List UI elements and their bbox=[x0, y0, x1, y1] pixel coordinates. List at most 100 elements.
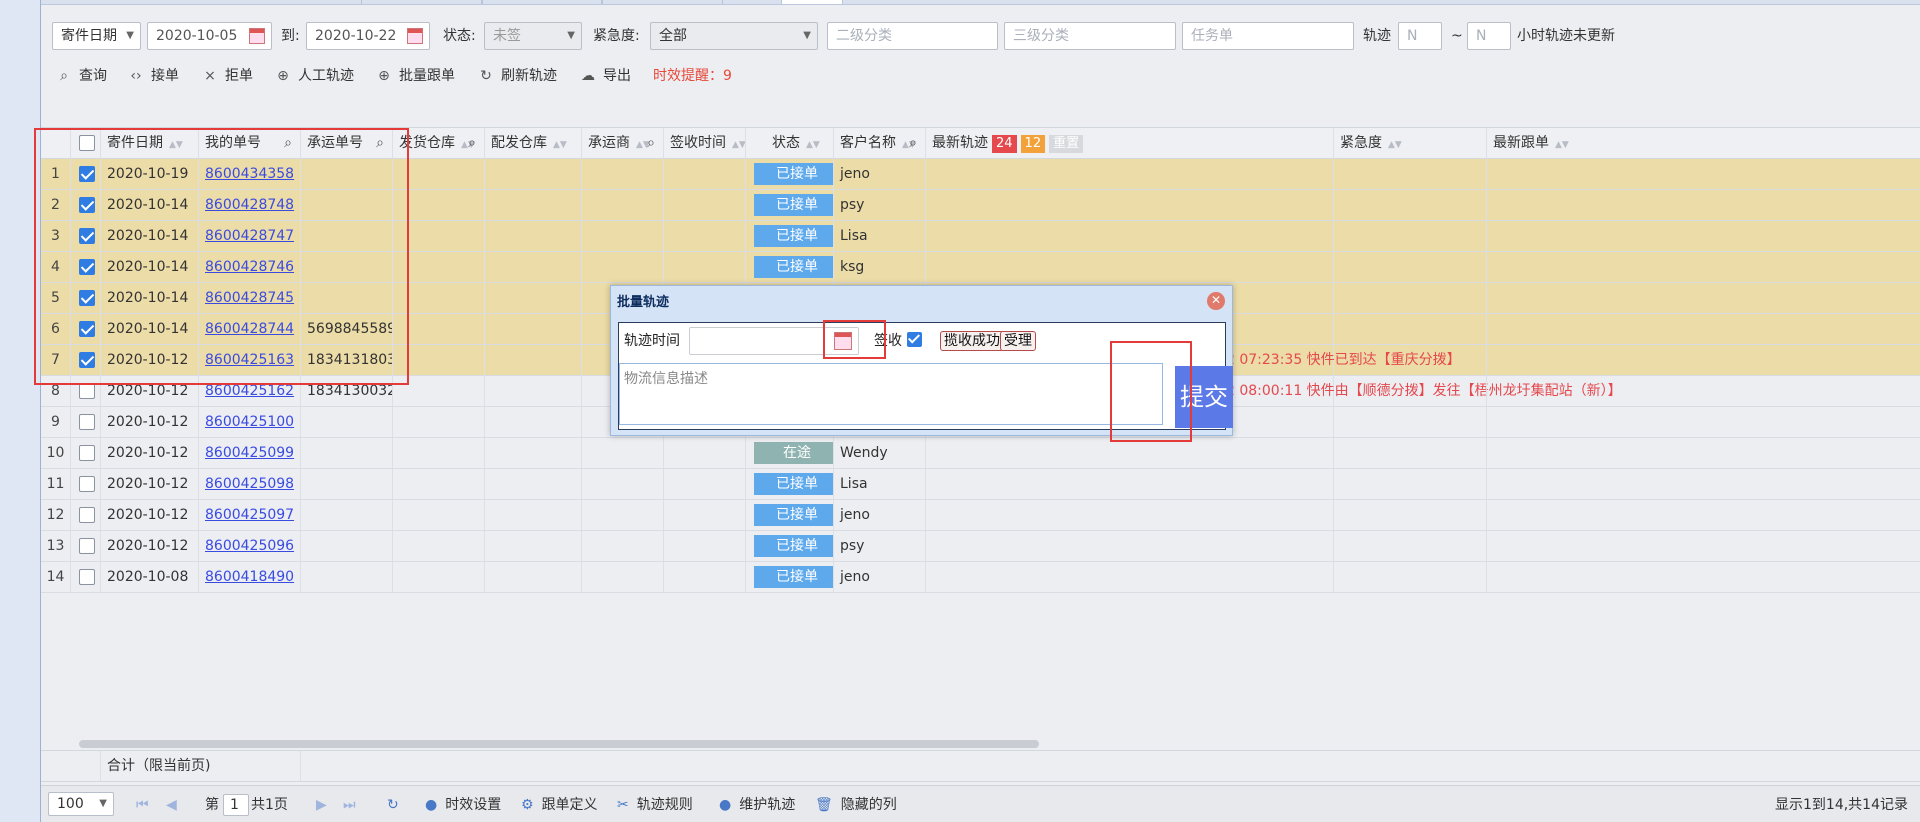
urgency-select[interactable]: 全部 ▼ bbox=[650, 22, 818, 50]
top-tab[interactable] bbox=[361, 0, 483, 4]
sort-icon[interactable]: ▲▼ bbox=[1555, 140, 1569, 150]
row-checkbox[interactable] bbox=[79, 476, 95, 492]
manual-track-button[interactable]: ⊕ 人工轨迹 bbox=[276, 64, 354, 88]
header-latest-follow[interactable]: 最新跟单 ▲▼ bbox=[1487, 128, 1920, 158]
track-time-label: 轨迹时间 bbox=[624, 333, 680, 349]
horizontal-scrollbar[interactable] bbox=[79, 740, 1039, 748]
cell-customer: jeno bbox=[834, 500, 926, 530]
task-input[interactable]: 任务单 bbox=[1182, 22, 1354, 50]
header-carrier[interactable]: 承运商 ▲▼ ⌕ bbox=[582, 128, 664, 158]
header-latest-track[interactable]: 最新轨迹 24 12 重置 bbox=[926, 128, 1334, 158]
order-number-link[interactable]: 8600425162 bbox=[205, 383, 294, 399]
cell-send-date: 2020-10-12 bbox=[101, 469, 199, 499]
header-dist-warehouse[interactable]: 配发仓库 ▲▼ bbox=[485, 128, 582, 158]
hours-to-input[interactable]: N bbox=[1467, 22, 1511, 50]
last-page-icon[interactable]: ⏭ bbox=[343, 794, 356, 816]
row-select-cell[interactable] bbox=[71, 438, 101, 468]
status-badge: 已接单 bbox=[754, 256, 833, 278]
hours-from-input[interactable]: N bbox=[1398, 22, 1442, 50]
cell-dist-warehouse bbox=[485, 531, 582, 561]
next-page-icon[interactable]: ▶ bbox=[316, 794, 327, 816]
row-select-cell[interactable] bbox=[71, 562, 101, 592]
row-select-cell[interactable] bbox=[71, 531, 101, 561]
timeliness-settings-button[interactable]: ● 时效设置 bbox=[425, 794, 501, 816]
query-button[interactable]: ⌕ 查询 bbox=[57, 64, 107, 88]
follow-definition-button[interactable]: ⚙ 跟单定义 bbox=[521, 794, 598, 816]
maintain-track-button[interactable]: ● 维护轨迹 bbox=[719, 794, 795, 816]
order-number-link[interactable]: 8600425099 bbox=[205, 445, 294, 461]
row-checkbox[interactable] bbox=[79, 569, 95, 585]
order-number-link[interactable]: 8600425098 bbox=[205, 476, 294, 492]
table-row[interactable]: 11 2020-10-12 8600425098 已接单 Lisa bbox=[41, 469, 1920, 500]
refresh-track-button[interactable]: ↻ 刷新轨迹 bbox=[479, 64, 557, 88]
cell-dist-warehouse bbox=[485, 159, 582, 189]
first-page-icon[interactable]: ⏮ bbox=[136, 794, 149, 816]
count-badge-red[interactable]: 24 bbox=[992, 135, 1017, 153]
header-customer[interactable]: 客户名称 ▲▼ ⌕ bbox=[834, 128, 926, 158]
calendar-icon[interactable] bbox=[407, 28, 423, 44]
category2-input[interactable]: 二级分类 bbox=[827, 22, 998, 50]
cell-status: 已接单 bbox=[746, 562, 834, 592]
sort-icon[interactable]: ▲▼ bbox=[806, 140, 820, 150]
row-checkbox[interactable] bbox=[79, 445, 95, 461]
timeliness-alert[interactable]: 时效提醒：9 bbox=[653, 64, 732, 88]
order-number-link[interactable]: 8600425097 bbox=[205, 507, 294, 523]
top-tab[interactable] bbox=[481, 0, 603, 4]
hidden-columns-button[interactable]: 🗑 隐藏的列 bbox=[815, 794, 897, 816]
checkbox-checked-icon[interactable] bbox=[907, 332, 922, 347]
export-button[interactable]: ☁ 导出 bbox=[581, 64, 631, 88]
table-row[interactable]: 12 2020-10-12 8600425097 已接单 jeno bbox=[41, 500, 1920, 531]
order-number-link[interactable]: 8600425100 bbox=[205, 414, 294, 430]
top-tab-active[interactable] bbox=[781, 0, 843, 4]
search-icon[interactable]: ⌕ bbox=[468, 128, 476, 158]
search-icon[interactable]: ⌕ bbox=[909, 128, 917, 158]
row-checkbox[interactable] bbox=[79, 383, 95, 399]
top-tab[interactable] bbox=[601, 0, 723, 4]
row-checkbox[interactable] bbox=[79, 538, 95, 554]
accept-quick-button[interactable]: 受理 bbox=[1000, 331, 1036, 351]
sort-icon[interactable]: ▲▼ bbox=[553, 140, 567, 150]
cell-dist-warehouse bbox=[485, 407, 582, 437]
row-number: 10 bbox=[41, 438, 71, 468]
sort-icon[interactable]: ▲▼ bbox=[732, 140, 745, 150]
prev-page-icon[interactable]: ◀ bbox=[166, 794, 177, 816]
cell-urgency bbox=[1334, 345, 1487, 375]
table-row[interactable]: 14 2020-10-08 8600418490 已接单 jeno bbox=[41, 562, 1920, 593]
count-badge-orange[interactable]: 12 bbox=[1020, 135, 1046, 153]
order-number-link[interactable]: 8600425096 bbox=[205, 538, 294, 554]
calendar-icon[interactable] bbox=[249, 28, 265, 44]
reset-badge[interactable]: 重置 bbox=[1049, 135, 1084, 153]
page-number-input[interactable]: 1 bbox=[223, 794, 249, 816]
date-to-input[interactable]: 2020-10-22 bbox=[306, 22, 430, 50]
cell-sign-time bbox=[664, 438, 746, 468]
search-icon[interactable]: ⌕ bbox=[647, 128, 655, 158]
close-icon[interactable]: ✕ bbox=[1207, 292, 1225, 310]
header-sign-time[interactable]: 签收时间 ▲▼ bbox=[664, 128, 746, 158]
page-size-select[interactable]: 100 ▼ bbox=[48, 792, 114, 816]
sort-icon[interactable]: ▲▼ bbox=[1388, 140, 1402, 150]
cell-latest-follow bbox=[1487, 500, 1920, 530]
row-select-cell[interactable] bbox=[71, 500, 101, 530]
cell-send-date: 2020-10-12 bbox=[101, 438, 199, 468]
batch-follow-button[interactable]: ⊕ 批量跟单 bbox=[377, 64, 455, 88]
track-rules-button[interactable]: ✂ 轨迹规则 bbox=[617, 794, 693, 816]
date-type-select[interactable]: 寄件日期 ▼ bbox=[52, 22, 141, 50]
urgency-label: 紧急度: bbox=[593, 28, 640, 44]
logistics-description-textarea[interactable]: 物流信息描述 bbox=[619, 363, 1163, 425]
row-select-cell[interactable] bbox=[71, 469, 101, 499]
reject-button[interactable]: × 拒单 bbox=[203, 64, 253, 88]
row-checkbox[interactable] bbox=[79, 414, 95, 430]
header-status[interactable]: 状态 ▲▼ bbox=[746, 128, 834, 158]
table-row[interactable]: 10 2020-10-12 8600425099 在途 Wendy bbox=[41, 438, 1920, 469]
header-urgency[interactable]: 紧急度 ▲▼ bbox=[1334, 128, 1487, 158]
status-select[interactable]: 未签 ▼ bbox=[484, 22, 582, 50]
row-select-cell[interactable] bbox=[71, 407, 101, 437]
category3-input[interactable]: 三级分类 bbox=[1004, 22, 1176, 50]
pickup-success-button[interactable]: 揽收成功 bbox=[940, 331, 1004, 351]
accept-button[interactable]: ‹› 接单 bbox=[129, 64, 179, 88]
table-row[interactable]: 13 2020-10-12 8600425096 已接单 psy bbox=[41, 531, 1920, 562]
order-number-link[interactable]: 8600418490 bbox=[205, 569, 294, 585]
date-from-input[interactable]: 2020-10-05 bbox=[147, 22, 272, 50]
reload-button[interactable]: ↻ bbox=[387, 794, 407, 816]
row-checkbox[interactable] bbox=[79, 507, 95, 523]
